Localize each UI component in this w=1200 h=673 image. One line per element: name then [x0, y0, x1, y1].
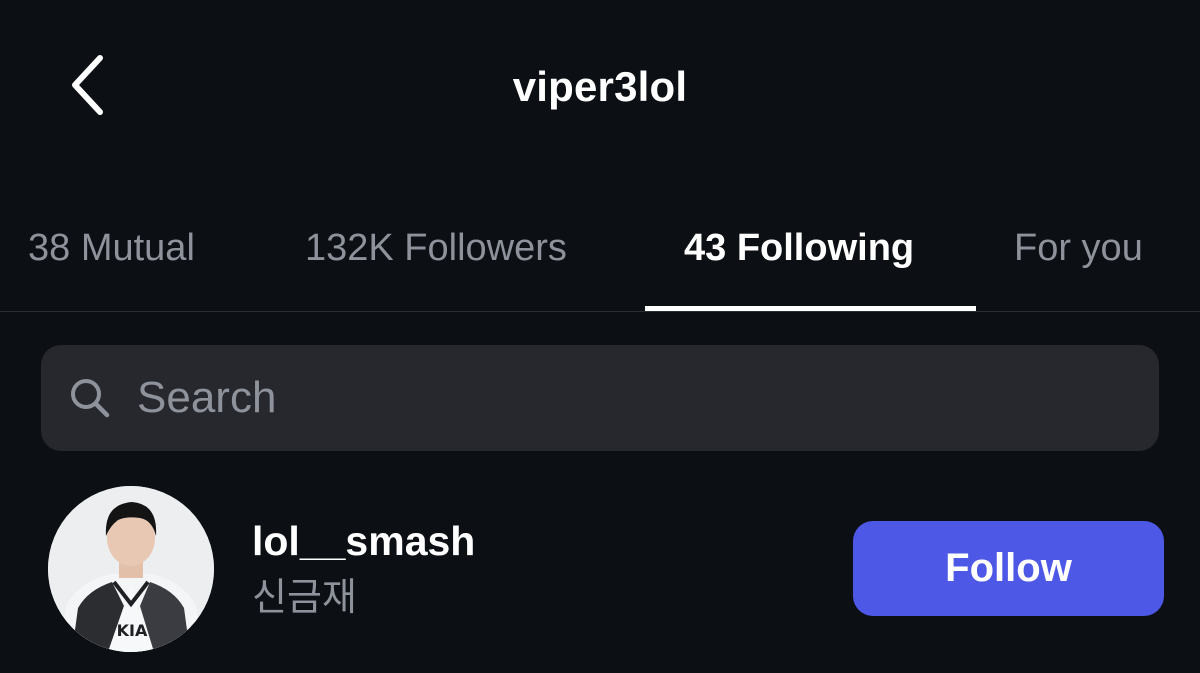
follow-button[interactable]: Follow — [853, 521, 1164, 616]
tab-for-you[interactable]: For you — [1014, 223, 1143, 273]
page-title: viper3lol — [512, 63, 688, 110]
display-name: 신금재 — [252, 575, 357, 619]
svg-text:KIA: KIA — [117, 621, 148, 640]
username[interactable]: lol__smash — [252, 516, 475, 566]
header: viper3lol — [0, 0, 1200, 180]
tab-mutual[interactable]: 38 Mutual — [28, 223, 195, 273]
tab-following[interactable]: 43 Following — [684, 223, 914, 273]
search-input[interactable]: Search — [41, 345, 1159, 451]
following-screen: viper3lol 38 Mutual 132K Followers 43 Fo… — [0, 0, 1200, 673]
avatar[interactable]: KIA — [48, 486, 214, 652]
search-icon — [69, 377, 111, 419]
active-tab-indicator — [645, 306, 976, 311]
tab-bar: 38 Mutual 132K Followers 43 Following Fo… — [0, 205, 1200, 312]
tab-followers[interactable]: 132K Followers — [305, 223, 567, 273]
search-placeholder: Search — [137, 373, 277, 422]
list-item[interactable]: KIA lol__smash 신금재 Follow — [0, 480, 1200, 660]
